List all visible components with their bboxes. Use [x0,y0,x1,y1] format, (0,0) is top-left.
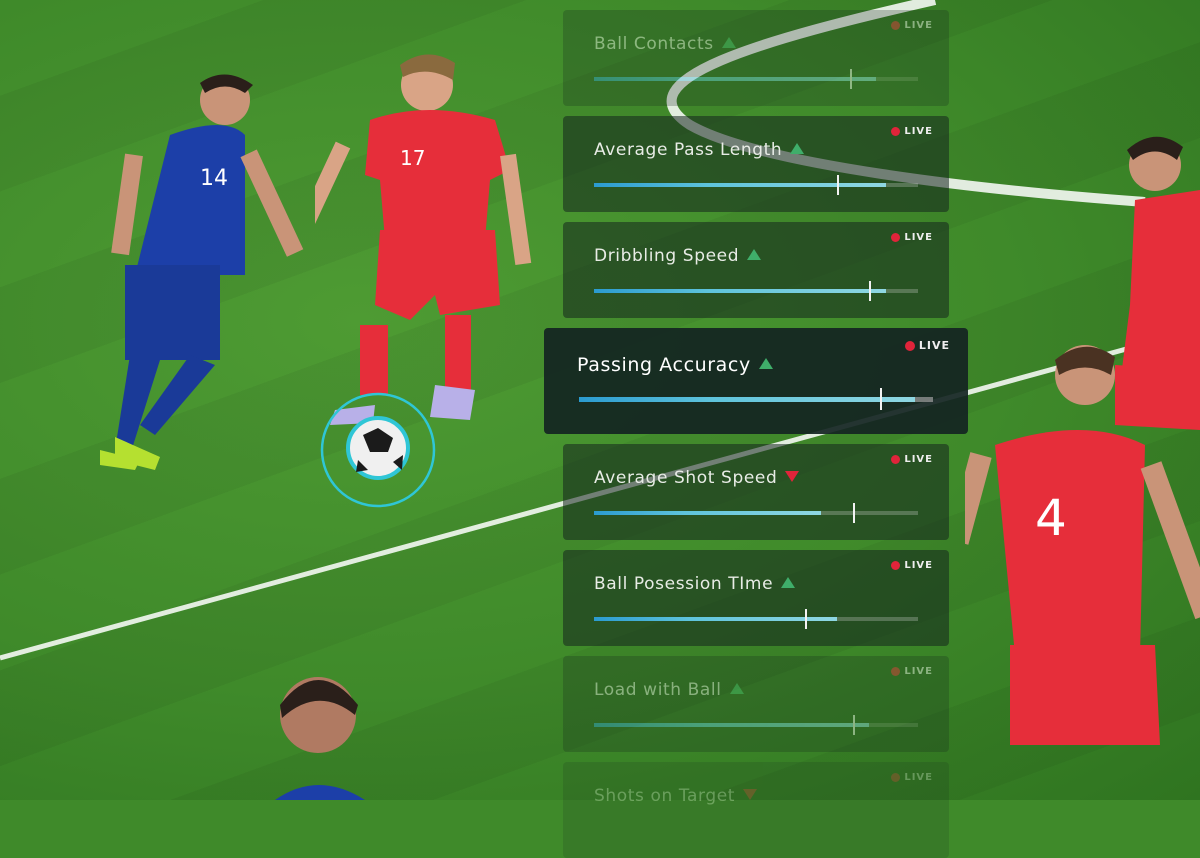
stat-marker [869,281,872,301]
live-dot-icon [891,233,901,242]
stat-progress-bar [594,609,918,629]
stat-title: Load with Ball [594,680,744,700]
trend-up-icon [790,142,805,154]
live-indicator: LIVE [891,560,933,571]
stat-fill [594,77,876,81]
live-dot-icon [904,340,915,351]
stat-marker [804,609,807,629]
stat-marker [849,69,852,89]
stat-title: Ball Posession TIme [594,574,796,594]
stat-marker [879,388,882,410]
stat-progress-bar [579,388,933,410]
live-indicator: LIVE [891,126,933,137]
stat-title: Average Pass Length [594,140,805,160]
stat-marker [837,175,839,195]
stat-progress-bar [594,175,918,195]
trend-up-icon [758,358,773,369]
trend-down-icon [785,470,800,482]
live-indicator: LIVE [891,232,933,243]
live-dot-icon [891,561,901,570]
stat-card-load-with-ball[interactable]: LIVE Load with Ball [563,656,949,752]
stat-fill [594,289,886,293]
stat-card-average-shot-speed[interactable]: LIVE Average Shot Speed [563,444,949,540]
live-indicator: LIVE [891,454,933,465]
stat-title: Dribbling Speed [594,246,762,266]
trend-up-icon [747,248,762,260]
stat-card-passing-accuracy[interactable]: LIVE Passing Accuracy [544,328,968,434]
stat-card-shots-on-target[interactable]: LIVE Shots on Target [563,762,949,858]
live-dot-icon [891,667,901,676]
live-indicator: LIVE [891,666,933,677]
stat-title: Shots on Target [594,786,758,806]
trend-down-icon [743,788,758,800]
stat-fill [579,397,916,402]
stat-progress-bar [594,281,918,301]
stat-fill [594,511,821,515]
stat-marker [853,715,856,735]
stat-card-ball-contacts[interactable]: LIVE Ball Contacts [563,10,949,106]
live-indicator: LIVE [904,339,950,352]
trend-up-icon [721,36,736,48]
stat-title: Passing Accuracy [577,354,773,376]
live-dot-icon [891,21,901,30]
stat-progress-bar [594,715,918,735]
stat-fill [594,183,886,187]
stat-card-average-pass-length[interactable]: LIVE Average Pass Length [563,116,949,212]
live-dot-icon [891,773,901,782]
stat-fill [594,723,870,727]
trend-up-icon [729,682,744,694]
stat-marker [853,503,856,523]
stat-card-ball-possession-time[interactable]: LIVE Ball Posession TIme [563,550,949,646]
live-dot-icon [891,127,901,136]
trend-up-icon [781,576,796,588]
stat-card-dribbling-speed[interactable]: LIVE Dribbling Speed [563,222,949,318]
live-indicator: LIVE [891,772,933,783]
stats-overlay: LIVE Ball Contacts LIVE Average Pass Len… [0,0,1200,858]
stat-title: Average Shot Speed [594,468,800,488]
live-indicator: LIVE [891,20,933,31]
stat-title: Ball Contacts [594,34,736,54]
stat-progress-bar [594,69,918,89]
stat-progress-bar [594,503,918,523]
stat-fill [594,617,837,621]
live-dot-icon [891,455,901,464]
